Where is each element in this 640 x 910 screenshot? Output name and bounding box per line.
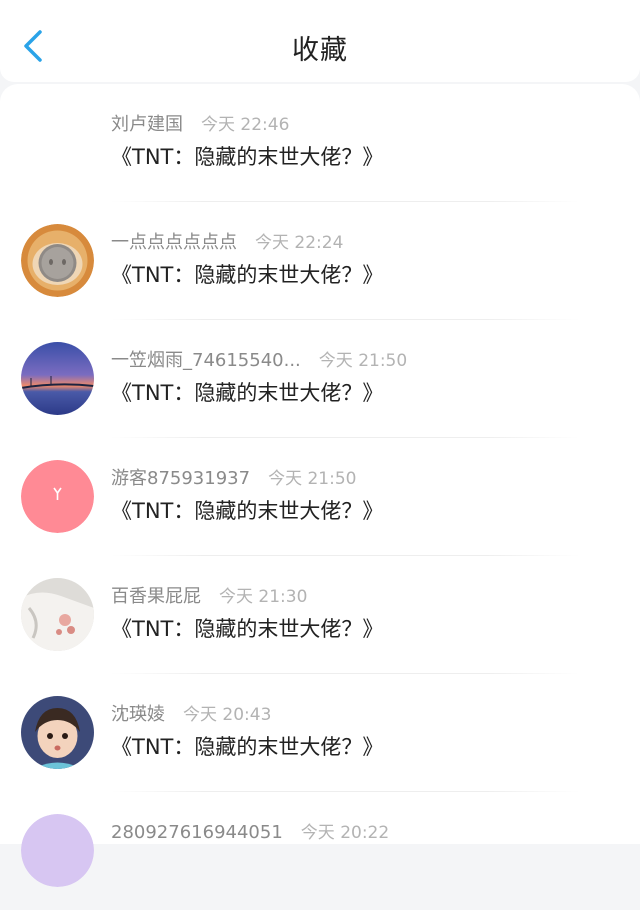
avatar[interactable] [21, 460, 94, 533]
avatar[interactable] [21, 578, 94, 651]
timestamp: 今天 21:30 [219, 587, 308, 607]
item-meta: 百香果屁屁 今天 21:30 [111, 586, 307, 608]
page-title: 收藏 [292, 35, 348, 66]
list-item[interactable]: 一点点点点点点 今天 22:24 《TNT：隐藏的末世大佬？》 [0, 202, 640, 320]
item-meta: 280927616944051 今天 20:22 [111, 822, 389, 844]
timestamp: 今天 21:50 [318, 351, 408, 371]
user-name[interactable]: 一笠烟雨_74615540... [111, 350, 301, 371]
top-bar: 收藏 [0, 0, 640, 82]
user-name[interactable]: 百香果屁屁 [111, 586, 201, 607]
user-name[interactable]: 沈瑛婈 [111, 704, 165, 725]
user-name[interactable]: 280927616944051 [111, 822, 283, 843]
timestamp: 今天 20:22 [300, 823, 390, 843]
avatar[interactable] [21, 342, 94, 415]
user-name[interactable]: 一点点点点点点 [111, 232, 237, 253]
item-meta: 一笠烟雨_74615540... 今天 21:50 [111, 350, 407, 372]
user-name[interactable]: 游客875931937 [111, 468, 250, 489]
list-item[interactable]: 沈瑛婈 今天 20:43 《TNT：隐藏的末世大佬？》 [0, 674, 640, 792]
item-meta: 沈瑛婈 今天 20:43 [111, 704, 271, 726]
item-title: 《TNT：隐藏的末世大佬？》 [111, 735, 384, 759]
timestamp: 今天 22:24 [255, 233, 344, 253]
item-title: 《TNT：隐藏的末世大佬？》 [111, 145, 384, 169]
timestamp: 今天 20:43 [183, 705, 272, 725]
item-meta: 一点点点点点点 今天 22:24 [111, 232, 343, 254]
user-name[interactable]: 刘卢建国 [111, 114, 183, 135]
item-meta: 游客875931937 今天 21:50 [111, 468, 356, 490]
list-item[interactable]: 游客875931937 今天 21:50 《TNT：隐藏的末世大佬？》 [0, 438, 640, 556]
avatar[interactable] [21, 696, 94, 769]
timestamp: 今天 22:46 [201, 115, 290, 135]
list-item[interactable]: 百香果屁屁 今天 21:30 《TNT：隐藏的末世大佬？》 [0, 556, 640, 674]
list-item[interactable]: 一笠烟雨_74615540... 今天 21:50 《TNT：隐藏的末世大佬？》 [0, 320, 640, 438]
avatar[interactable] [21, 224, 94, 297]
list-item[interactable]: 刘卢建国 今天 22:46 《TNT：隐藏的末世大佬？》 [0, 84, 640, 202]
item-title: 《TNT：隐藏的末世大佬？》 [111, 617, 384, 641]
item-meta: 刘卢建国 今天 22:46 [111, 114, 289, 136]
item-title: 《TNT：隐藏的末世大佬？》 [111, 263, 384, 287]
list-item[interactable]: 280927616944051 今天 20:22 [0, 792, 640, 910]
timestamp: 今天 21:50 [268, 469, 357, 489]
item-title: 《TNT：隐藏的末世大佬？》 [111, 499, 384, 523]
avatar[interactable] [21, 814, 94, 887]
favorites-list: 刘卢建国 今天 22:46 《TNT：隐藏的末世大佬？》 一点点点点点点 今天 22… [0, 84, 640, 887]
item-title: 《TNT：隐藏的末世大佬？》 [111, 381, 384, 405]
